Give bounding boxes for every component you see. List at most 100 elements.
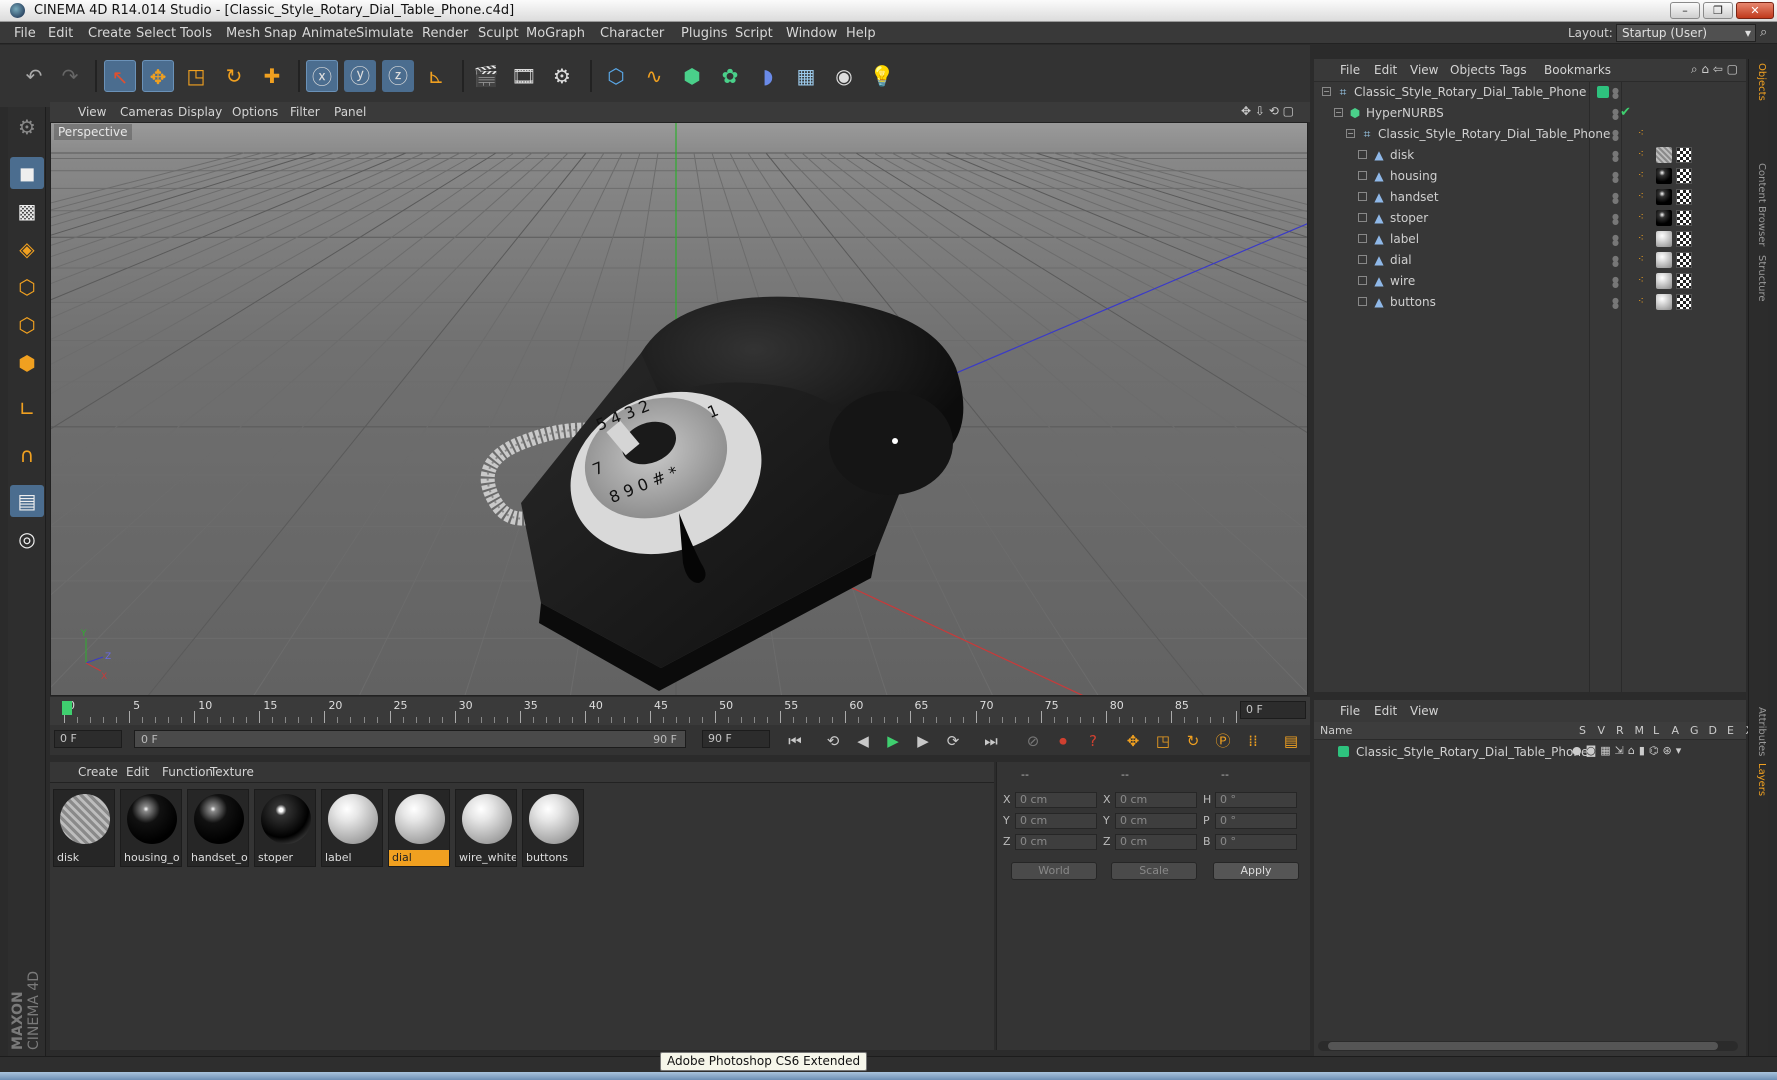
render-picture-viewer-icon[interactable]: 🎞: [508, 60, 540, 92]
phong-tag-icon[interactable]: ⁖: [1638, 171, 1648, 181]
material-tag-icon[interactable]: [1656, 231, 1672, 247]
visibility-toggle-dots[interactable]: ● ●: [1612, 150, 1619, 163]
rotation-p-field[interactable]: 0 °: [1215, 813, 1297, 829]
phong-tag-icon[interactable]: ⁖: [1638, 255, 1648, 265]
material-menu-texture[interactable]: Texture: [210, 765, 254, 779]
object-row-buttons[interactable]: ▲ buttons ● ● ⁖: [1314, 292, 1746, 313]
object-name[interactable]: dial: [1390, 253, 1412, 267]
layer-column-name[interactable]: Name: [1320, 724, 1352, 737]
object-row-classic-style-rotary-dial-table-phone[interactable]: − ⌗ Classic_Style_Rotary_Dial_Table_Phone ●…: [1314, 82, 1746, 103]
layer-menu-edit[interactable]: Edit: [1374, 704, 1397, 718]
menu-create[interactable]: Create: [88, 26, 131, 41]
material-buttons[interactable]: buttons: [522, 789, 584, 867]
snapping-icon[interactable]: ◎: [10, 523, 44, 555]
menu-file[interactable]: File: [14, 26, 36, 41]
go-to-end-icon[interactable]: ⏭: [978, 729, 1004, 753]
material-tag-icon[interactable]: [1656, 147, 1672, 163]
preview-range-slider[interactable]: 0 F 90 F: [134, 730, 686, 748]
object-name[interactable]: HyperNURBS: [1366, 106, 1444, 120]
material-tag-icon[interactable]: [1656, 252, 1672, 268]
object-menu-tags[interactable]: Tags: [1500, 63, 1527, 77]
tree-expand-toggle[interactable]: −: [1346, 129, 1355, 138]
world-dropdown[interactable]: World: [1011, 862, 1097, 880]
model-mode-icon[interactable]: ◼: [10, 157, 44, 189]
layer-color-swatch[interactable]: [1338, 746, 1349, 757]
size-y-field[interactable]: 0 cm: [1115, 813, 1197, 829]
uvw-tag-icon[interactable]: [1676, 210, 1692, 226]
phong-tag-icon[interactable]: ⁖: [1638, 213, 1648, 223]
uvw-tag-icon[interactable]: [1676, 189, 1692, 205]
spline-icon[interactable]: ∿: [638, 60, 670, 92]
visibility-toggle-dots[interactable]: ● ●: [1612, 129, 1619, 142]
right-tab-layers[interactable]: Layers: [1751, 763, 1767, 796]
layer-row[interactable]: Classic_Style_Rotary_Dial_Table_Phone ●◙▦…: [1314, 742, 1746, 762]
object-menu-objects[interactable]: Objects: [1450, 63, 1495, 77]
layer-column-g[interactable]: G: [1690, 724, 1699, 737]
object-name[interactable]: handset: [1390, 190, 1439, 204]
previous-frame-icon[interactable]: ◀: [850, 729, 876, 753]
material-tag-icon[interactable]: [1656, 294, 1672, 310]
layer-column-l[interactable]: L: [1653, 724, 1659, 737]
z-axis-lock-icon[interactable]: ⓩ: [382, 60, 414, 92]
layer-color-swatch[interactable]: [1597, 86, 1609, 98]
tree-expand-toggle[interactable]: [1358, 255, 1367, 264]
material-dial[interactable]: dial: [388, 789, 450, 867]
close-button[interactable]: ✕: [1736, 2, 1774, 19]
viewport-nav-icons[interactable]: ✥ ⇩ ⟲ ▢: [1241, 104, 1294, 118]
material-label[interactable]: label: [321, 789, 383, 867]
point-level-key-icon[interactable]: ⁞⁞: [1240, 729, 1266, 753]
magnet-icon[interactable]: ∩: [10, 439, 44, 471]
layer-horizontal-scrollbar[interactable]: [1318, 1041, 1738, 1051]
material-housing-o[interactable]: housing_o: [120, 789, 182, 867]
material-disk[interactable]: disk: [53, 789, 115, 867]
viewport-menu-display[interactable]: Display: [178, 105, 222, 119]
tree-expand-toggle[interactable]: [1358, 297, 1367, 306]
layer-menu-view[interactable]: View: [1410, 704, 1438, 718]
layer-column-m[interactable]: M: [1635, 724, 1645, 737]
material-tag-icon[interactable]: [1656, 273, 1672, 289]
visibility-toggle-dots[interactable]: ● ●: [1612, 87, 1619, 100]
object-name[interactable]: wire: [1390, 274, 1415, 288]
menu-tools[interactable]: Tools: [180, 26, 212, 41]
menu-help[interactable]: Help: [846, 26, 876, 41]
perspective-viewport[interactable]: 5 4 3 2 71 8 9 0 # * Y Z X Perspective: [50, 122, 1308, 696]
light-icon[interactable]: 💡: [866, 60, 898, 92]
tree-expand-toggle[interactable]: [1358, 213, 1367, 222]
move-icon[interactable]: ✥: [142, 60, 174, 92]
right-tab-objects[interactable]: Objects: [1751, 63, 1767, 101]
previous-key-icon[interactable]: ⟲: [820, 729, 846, 753]
layer-column-d[interactable]: D: [1709, 724, 1717, 737]
visibility-toggle-dots[interactable]: ● ●: [1612, 276, 1619, 289]
axis-mode-icon[interactable]: ∟: [10, 393, 44, 425]
workplane-icon[interactable]: ◈: [10, 233, 44, 265]
timeline-ticks[interactable]: 051015202530354045505560657075808590: [60, 699, 1254, 723]
autokeying-icon[interactable]: ⏺: [1050, 729, 1076, 753]
apply-button[interactable]: Apply: [1213, 862, 1299, 880]
menu-edit[interactable]: Edit: [48, 26, 73, 41]
menu-mesh[interactable]: Mesh: [226, 26, 260, 41]
menu-animate[interactable]: Animate: [302, 26, 356, 41]
material-tag-icon[interactable]: [1656, 210, 1672, 226]
scale-icon[interactable]: ◳: [180, 60, 212, 92]
tree-expand-toggle[interactable]: [1358, 276, 1367, 285]
timeline-window-icon[interactable]: ▤: [1278, 729, 1304, 753]
phong-tag-icon[interactable]: ⁖: [1638, 234, 1648, 244]
menu-render[interactable]: Render: [422, 26, 468, 41]
material-wire-white[interactable]: wire_white: [455, 789, 517, 867]
record-keys-icon[interactable]: ⊘: [1020, 729, 1046, 753]
keyframe-selection-icon[interactable]: ?: [1080, 729, 1106, 753]
max-frame-field[interactable]: 90 F: [702, 730, 770, 748]
layer-column-v[interactable]: V: [1598, 724, 1606, 737]
object-name[interactable]: Classic_Style_Rotary_Dial_Table_Phone: [1354, 85, 1586, 99]
min-frame-field[interactable]: 0 F: [54, 730, 122, 748]
size-x-field[interactable]: 0 cm: [1115, 792, 1197, 808]
phong-tag-icon[interactable]: ⁖: [1638, 129, 1648, 139]
object-name[interactable]: label: [1390, 232, 1419, 246]
viewport-menu-filter[interactable]: Filter: [290, 105, 320, 119]
size-z-field[interactable]: 0 cm: [1115, 834, 1197, 850]
layer-menu-file[interactable]: File: [1340, 704, 1360, 718]
scale-dropdown[interactable]: Scale: [1111, 862, 1197, 880]
phong-tag-icon[interactable]: ⁖: [1638, 276, 1648, 286]
camera-icon[interactable]: ◉: [828, 60, 860, 92]
object-menu-bookmarks[interactable]: Bookmarks: [1544, 63, 1611, 77]
